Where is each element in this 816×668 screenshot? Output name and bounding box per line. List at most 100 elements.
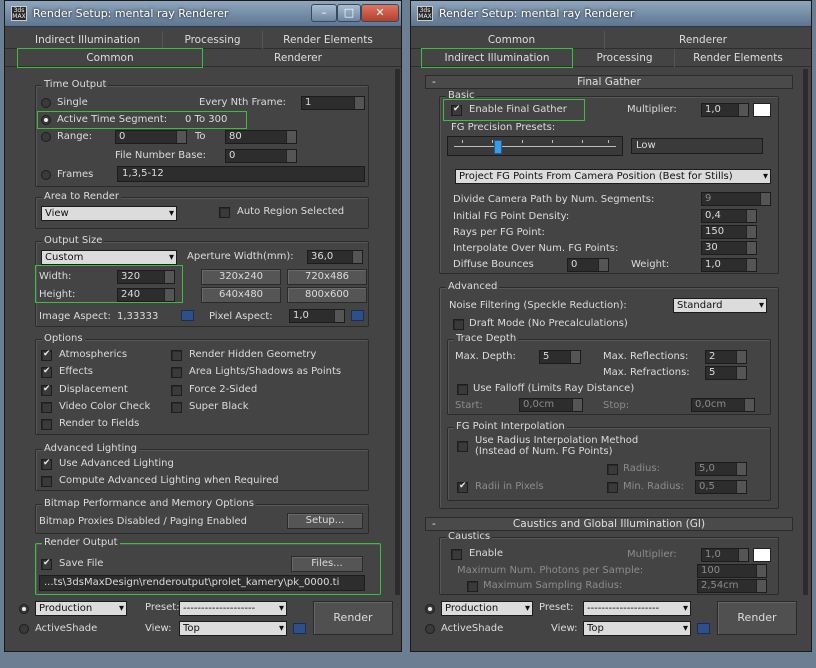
files-button[interactable]: Files... bbox=[291, 556, 363, 572]
lock-pixel-aspect-icon[interactable] bbox=[351, 310, 364, 321]
stop-spinner[interactable]: 0,0cm bbox=[691, 398, 755, 412]
output-path-field[interactable]: ...ts\3dsMaxDesign\renderoutput\prolet_k… bbox=[39, 575, 365, 591]
tab-processing[interactable]: Processing bbox=[575, 49, 675, 67]
enable-final-gather-checkbox[interactable] bbox=[451, 104, 462, 116]
project-fg-dropdown[interactable]: Project FG Points From Camera Position (… bbox=[455, 169, 771, 184]
tab-processing[interactable]: Processing bbox=[163, 31, 263, 49]
activeshade-radio[interactable] bbox=[425, 624, 435, 634]
tab-indirect-illumination[interactable]: Indirect Illumination bbox=[421, 48, 573, 68]
view-dropdown[interactable]: Top bbox=[583, 621, 691, 636]
scrollbar[interactable] bbox=[395, 69, 400, 595]
start-spinner[interactable]: 0,0cm bbox=[519, 398, 583, 412]
title-bar[interactable]: 3ds MAX Render Setup: mental ray Renderer… bbox=[5, 1, 401, 27]
use-radius-interpolation-checkbox[interactable] bbox=[457, 441, 468, 452]
tab-render-elements[interactable]: Render Elements bbox=[263, 31, 393, 49]
min-radius-checkbox[interactable] bbox=[607, 482, 618, 493]
effects-checkbox[interactable] bbox=[41, 366, 52, 378]
weight-spinner[interactable]: 1,0 bbox=[701, 258, 757, 272]
min-radius-spinner[interactable]: 0,5 bbox=[695, 480, 747, 494]
super-black-checkbox[interactable] bbox=[171, 402, 182, 413]
range-radio[interactable] bbox=[41, 132, 51, 142]
preset-320x240-button[interactable]: 320x240 bbox=[201, 269, 281, 285]
noise-filtering-dropdown[interactable]: Standard bbox=[673, 298, 767, 313]
preset-720x486-button[interactable]: 720x486 bbox=[287, 269, 367, 285]
minimize-button[interactable]: – bbox=[311, 4, 337, 22]
max-sampling-radius-spinner[interactable]: 2,54cm bbox=[697, 579, 767, 593]
tab-renderer[interactable]: Renderer bbox=[605, 31, 801, 49]
max-photons-spinner[interactable]: 100 bbox=[697, 564, 767, 578]
view-dropdown[interactable]: Top bbox=[179, 621, 287, 636]
active-segment-radio[interactable] bbox=[41, 115, 51, 125]
fg-density-spinner[interactable]: 0,4 bbox=[701, 209, 757, 223]
caustics-gi-rollout-header[interactable]: - Caustics and Global Illumination (GI) bbox=[425, 517, 793, 531]
radius-spinner[interactable]: 5,0 bbox=[695, 462, 747, 476]
height-spinner[interactable]: 240 bbox=[117, 288, 175, 302]
preset-640x480-button[interactable]: 640x480 bbox=[201, 287, 281, 303]
caustics-multiplier-spinner[interactable]: 1,0 bbox=[701, 548, 749, 562]
production-radio[interactable] bbox=[19, 604, 29, 614]
maximize-button[interactable]: □ bbox=[337, 4, 361, 22]
area-dropdown[interactable]: View bbox=[41, 206, 177, 221]
render-hidden-checkbox[interactable] bbox=[171, 350, 182, 361]
tab-render-elements[interactable]: Render Elements bbox=[675, 49, 801, 67]
close-button[interactable]: ✕ bbox=[361, 4, 399, 22]
save-file-checkbox[interactable] bbox=[41, 558, 52, 570]
lock-view-icon[interactable] bbox=[293, 623, 306, 634]
width-spinner[interactable]: 320 bbox=[117, 270, 175, 284]
frames-input[interactable]: 1,3,5-12 bbox=[117, 166, 365, 182]
area-lights-checkbox[interactable] bbox=[171, 367, 182, 378]
frames-radio[interactable] bbox=[41, 170, 51, 180]
setup-button[interactable]: Setup... bbox=[287, 513, 363, 529]
production-dropdown[interactable]: Production bbox=[441, 601, 533, 616]
render-button[interactable]: Render bbox=[313, 601, 393, 635]
use-falloff-checkbox[interactable] bbox=[457, 384, 468, 395]
fg-precision-slider[interactable] bbox=[447, 136, 623, 156]
slider-knob[interactable] bbox=[494, 140, 502, 154]
lock-view-icon[interactable] bbox=[697, 623, 710, 634]
preset-dropdown[interactable]: -------------------- bbox=[179, 601, 287, 616]
radius-checkbox[interactable] bbox=[607, 464, 618, 475]
max-depth-spinner[interactable]: 5 bbox=[539, 350, 581, 364]
production-dropdown[interactable]: Production bbox=[35, 601, 127, 616]
draft-mode-checkbox[interactable] bbox=[453, 319, 464, 330]
range-to-spinner[interactable]: 80 bbox=[225, 130, 297, 144]
use-advanced-lighting-checkbox[interactable] bbox=[41, 458, 52, 470]
max-sampling-radius-checkbox[interactable] bbox=[467, 581, 478, 592]
render-button[interactable]: Render bbox=[717, 601, 797, 635]
fg-multiplier-spinner[interactable]: 1,0 bbox=[701, 103, 749, 117]
output-size-preset-dropdown[interactable]: Custom bbox=[41, 250, 177, 265]
interpolate-spinner[interactable]: 30 bbox=[701, 241, 757, 255]
divide-segments-spinner[interactable]: 9 bbox=[701, 192, 771, 206]
caustics-color-swatch[interactable] bbox=[753, 548, 771, 562]
auto-region-checkbox[interactable] bbox=[219, 207, 230, 218]
activeshade-radio[interactable] bbox=[19, 624, 29, 634]
video-color-check-checkbox[interactable] bbox=[41, 402, 52, 413]
tab-common[interactable]: Common bbox=[419, 31, 605, 49]
preset-dropdown[interactable]: -------------------- bbox=[583, 601, 691, 616]
compute-advanced-lighting-checkbox[interactable] bbox=[41, 476, 52, 487]
scrollbar[interactable] bbox=[803, 69, 808, 595]
tab-indirect-illumination[interactable]: Indirect Illumination bbox=[13, 31, 163, 49]
title-bar[interactable]: 3ds MAX Render Setup: mental ray Renderer bbox=[411, 1, 811, 27]
file-number-base-spinner[interactable]: 0 bbox=[225, 149, 297, 163]
rays-spinner[interactable]: 150 bbox=[701, 225, 757, 239]
diffuse-bounces-spinner[interactable]: 0 bbox=[567, 258, 609, 272]
render-to-fields-checkbox[interactable] bbox=[41, 419, 52, 430]
pixel-aspect-spinner[interactable]: 1,0 bbox=[289, 309, 345, 323]
preset-800x600-button[interactable]: 800x600 bbox=[287, 287, 367, 303]
aperture-spinner[interactable]: 36,0 bbox=[307, 250, 363, 264]
range-from-spinner[interactable]: 0 bbox=[115, 130, 187, 144]
displacement-checkbox[interactable] bbox=[41, 384, 52, 396]
caustics-enable-checkbox[interactable] bbox=[451, 549, 462, 560]
tab-renderer[interactable]: Renderer bbox=[205, 49, 391, 67]
every-nth-spinner[interactable]: 1 bbox=[301, 96, 365, 110]
lock-aspect-icon[interactable] bbox=[181, 310, 194, 321]
single-radio[interactable] bbox=[41, 98, 51, 108]
final-gather-rollout-header[interactable]: - Final Gather bbox=[425, 75, 793, 89]
force-2sided-checkbox[interactable] bbox=[171, 385, 182, 396]
atmospherics-checkbox[interactable] bbox=[41, 349, 52, 361]
radii-in-pixels-checkbox[interactable] bbox=[457, 481, 468, 493]
max-refractions-spinner[interactable]: 5 bbox=[705, 366, 747, 380]
max-reflections-spinner[interactable]: 2 bbox=[705, 350, 747, 364]
production-radio[interactable] bbox=[425, 604, 435, 614]
